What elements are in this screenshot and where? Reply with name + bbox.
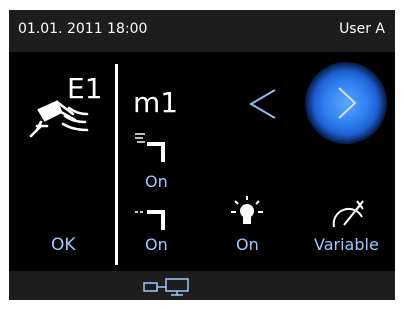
status-user[interactable]: User A [339, 21, 385, 37]
light-bulb-icon[interactable] [229, 195, 265, 229]
speedometer-icon[interactable] [330, 197, 368, 231]
light-state[interactable]: On [236, 235, 259, 254]
main-panel: E1 OK m1 On On On Variable [9, 52, 395, 271]
control-screen: 01.01. 2011 18:00 User A E1 OK m1 On On … [9, 10, 395, 300]
status-datetime: 01.01. 2011 18:00 [18, 21, 148, 37]
footer-bar [9, 271, 395, 300]
speed-mode[interactable]: Variable [314, 235, 379, 254]
chevron-right-icon [338, 87, 357, 119]
tool-label: E1 [67, 72, 103, 105]
ok-button[interactable]: OK [51, 235, 76, 255]
device-connection-icon[interactable] [142, 277, 194, 297]
spray-air-icon[interactable] [133, 130, 169, 164]
panel-divider [115, 64, 118, 265]
air-state[interactable]: On [145, 172, 168, 191]
chevron-left-icon[interactable] [245, 84, 285, 124]
status-bar: 01.01. 2011 18:00 User A [9, 10, 395, 52]
spray-water-icon[interactable] [133, 200, 169, 234]
mode-label: m1 [133, 86, 179, 119]
next-button[interactable] [305, 62, 387, 144]
water-state[interactable]: On [145, 235, 168, 254]
